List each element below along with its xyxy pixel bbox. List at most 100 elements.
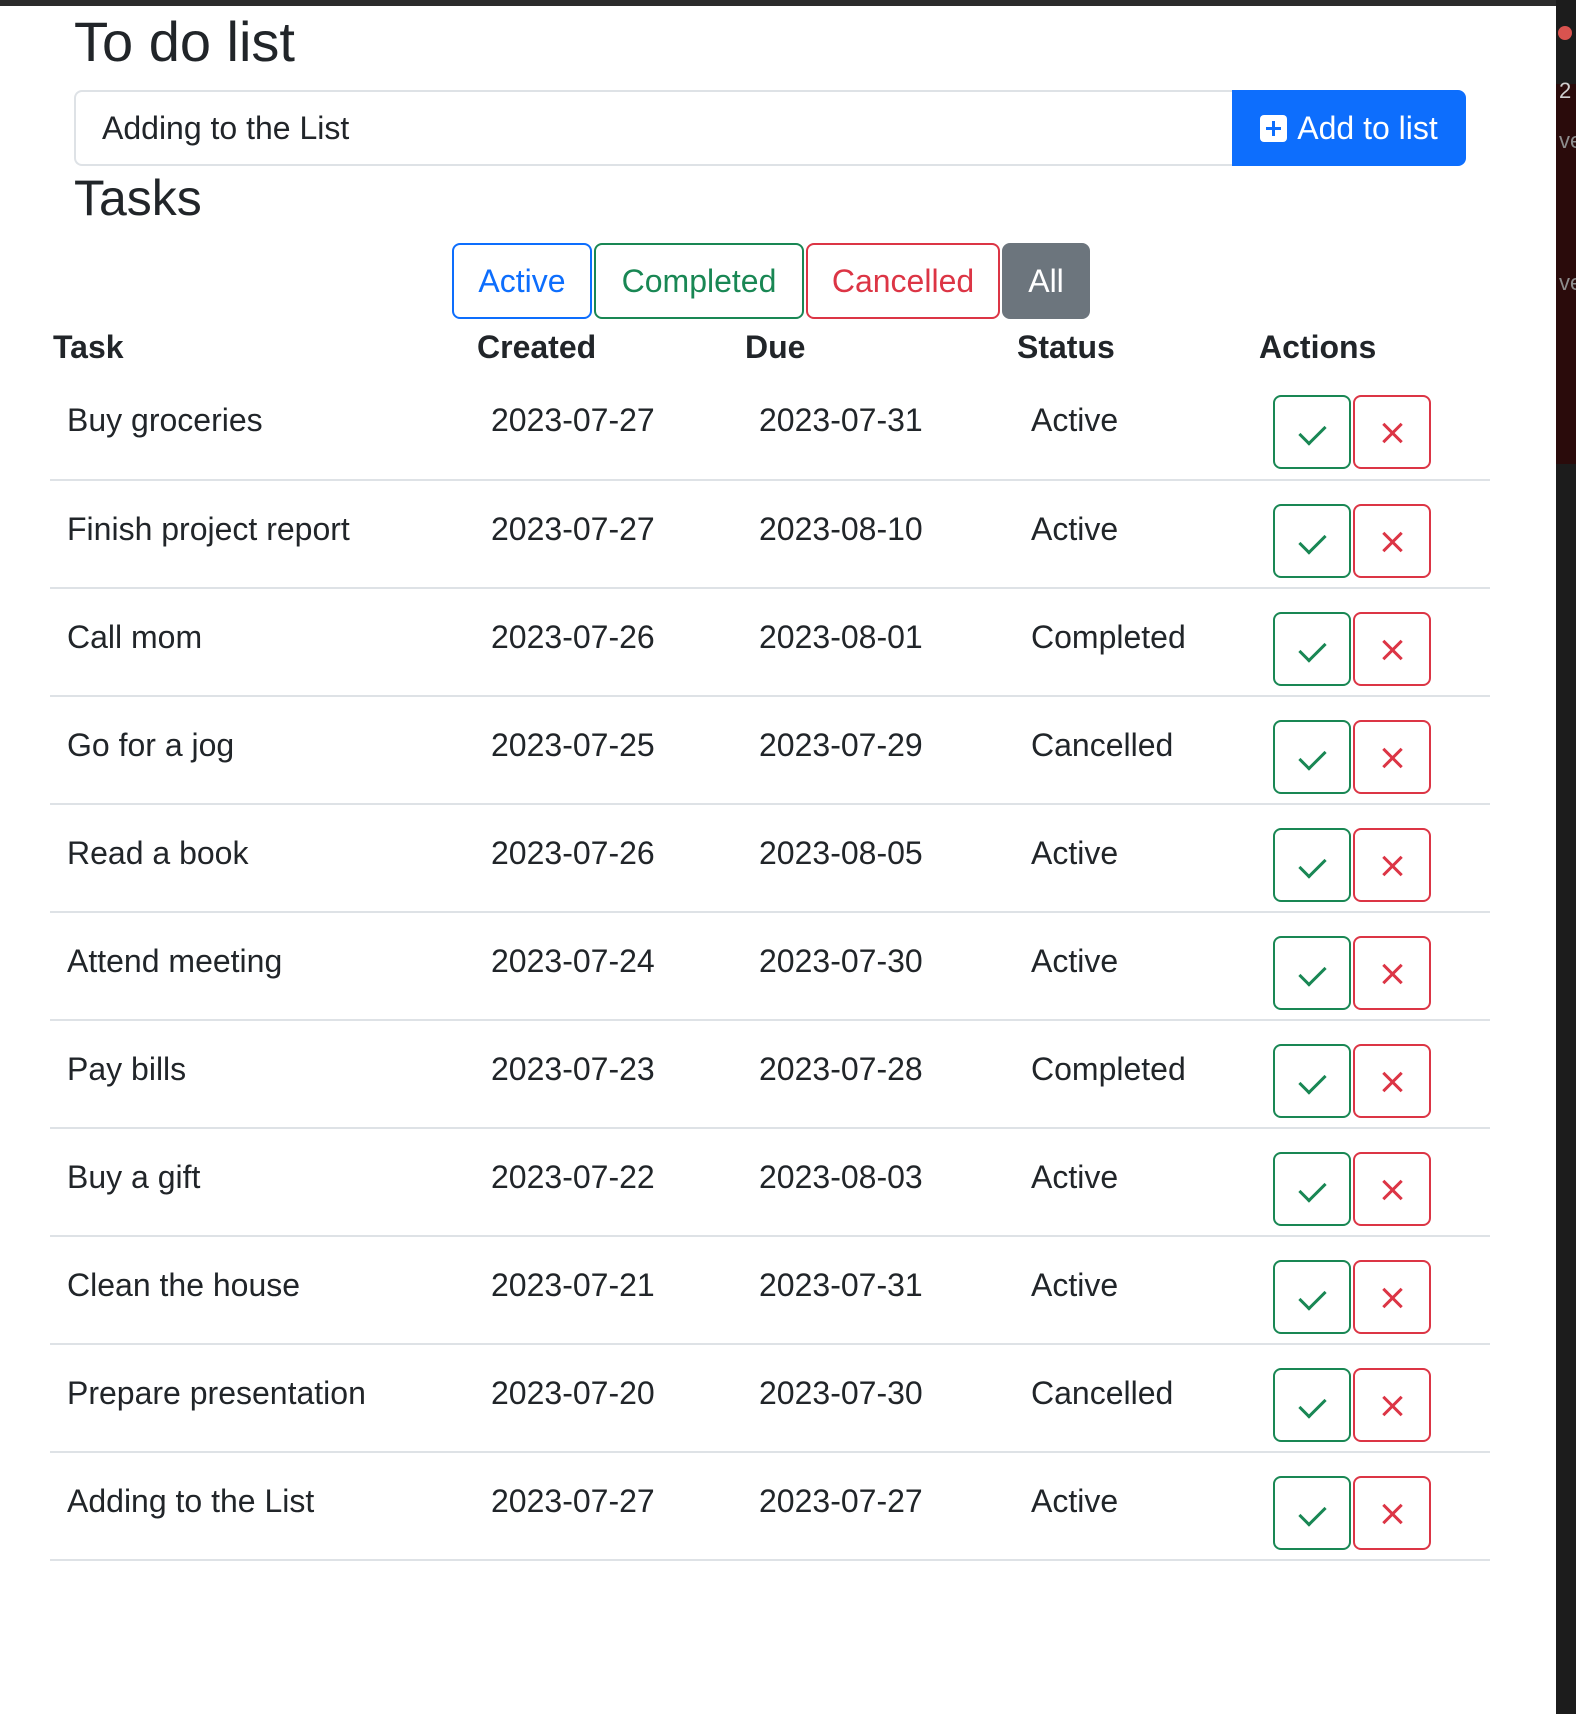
cancel-button[interactable] <box>1353 1476 1431 1550</box>
task-actions <box>1256 1236 1490 1345</box>
task-created: 2023-07-26 <box>474 588 742 697</box>
task-actions <box>1256 912 1490 1021</box>
cancel-button[interactable] <box>1353 612 1431 686</box>
task-actions <box>1256 696 1490 805</box>
cancel-button[interactable] <box>1353 504 1431 578</box>
task-created: 2023-07-27 <box>474 372 742 481</box>
check-icon <box>1298 1066 1327 1095</box>
cancel-button[interactable] <box>1353 720 1431 794</box>
task-due: 2023-07-27 <box>742 1452 1014 1561</box>
task-actions <box>1256 588 1490 697</box>
task-due: 2023-07-30 <box>742 912 1014 1021</box>
task-due: 2023-08-03 <box>742 1128 1014 1237</box>
x-icon <box>1380 1394 1404 1418</box>
filter-active-button[interactable]: Active <box>452 243 592 319</box>
tasks-heading: Tasks <box>74 170 202 226</box>
x-icon <box>1380 1070 1404 1094</box>
task-actions <box>1256 804 1490 913</box>
check-icon <box>1298 742 1327 771</box>
side-panel: 2 ve ve <box>1556 0 1576 1714</box>
task-name: Adding to the List <box>50 1452 474 1561</box>
cancel-button[interactable] <box>1353 1260 1431 1334</box>
task-due: 2023-07-30 <box>742 1344 1014 1453</box>
task-status: Cancelled <box>1014 1344 1256 1453</box>
task-status: Cancelled <box>1014 696 1256 805</box>
side-panel-text: ve <box>1559 270 1576 295</box>
task-created: 2023-07-21 <box>474 1236 742 1345</box>
task-created: 2023-07-27 <box>474 480 742 589</box>
complete-button[interactable] <box>1273 1368 1351 1442</box>
complete-button[interactable] <box>1273 1044 1351 1118</box>
task-due: 2023-07-31 <box>742 1236 1014 1345</box>
complete-button[interactable] <box>1273 612 1351 686</box>
task-name: Attend meeting <box>50 912 474 1021</box>
tasks-table: Task Created Due Status Actions Buy groc… <box>50 322 1490 1561</box>
header-task: Task <box>53 328 124 365</box>
task-input[interactable] <box>74 90 1232 166</box>
task-created: 2023-07-22 <box>474 1128 742 1237</box>
x-icon <box>1380 421 1404 445</box>
task-actions <box>1256 1344 1490 1453</box>
x-icon <box>1380 530 1404 554</box>
side-panel-text: ve <box>1559 128 1576 153</box>
cancel-button[interactable] <box>1353 936 1431 1010</box>
check-icon <box>1298 1282 1327 1311</box>
table-row: Buy groceries 2023-07-27 2023-07-31 Acti… <box>50 372 1490 481</box>
task-actions <box>1256 372 1490 481</box>
page-title: To do list <box>74 10 295 73</box>
cancel-button[interactable] <box>1353 1368 1431 1442</box>
complete-button[interactable] <box>1273 504 1351 578</box>
task-due: 2023-08-01 <box>742 588 1014 697</box>
task-actions <box>1256 1128 1490 1237</box>
task-due: 2023-07-28 <box>742 1020 1014 1129</box>
x-icon <box>1380 1286 1404 1310</box>
close-error-icon[interactable] <box>1558 26 1572 40</box>
complete-button[interactable] <box>1273 1152 1351 1226</box>
complete-button[interactable] <box>1273 1260 1351 1334</box>
x-icon <box>1380 1502 1404 1526</box>
window-top-border <box>0 0 1556 6</box>
x-icon <box>1380 746 1404 770</box>
check-icon <box>1298 526 1327 555</box>
table-row: Attend meeting 2023-07-24 2023-07-30 Act… <box>50 912 1490 1021</box>
add-to-list-button[interactable]: Add to list <box>1232 90 1466 166</box>
complete-button[interactable] <box>1273 828 1351 902</box>
status-filter-group: Active Completed Cancelled All <box>452 243 1092 319</box>
filter-all-button[interactable]: All <box>1002 243 1090 319</box>
task-created: 2023-07-25 <box>474 696 742 805</box>
header-due: Due <box>745 328 806 365</box>
task-status: Active <box>1014 804 1256 913</box>
table-row: Go for a jog 2023-07-25 2023-07-29 Cance… <box>50 696 1490 805</box>
task-status: Completed <box>1014 588 1256 697</box>
table-header-row: Task Created Due Status Actions <box>50 322 1490 372</box>
x-icon <box>1380 962 1404 986</box>
complete-button[interactable] <box>1273 1476 1351 1550</box>
x-icon <box>1380 854 1404 878</box>
task-created: 2023-07-26 <box>474 804 742 913</box>
check-icon <box>1298 1174 1327 1203</box>
task-due: 2023-08-10 <box>742 480 1014 589</box>
task-status: Active <box>1014 912 1256 1021</box>
cancel-button[interactable] <box>1353 828 1431 902</box>
task-status: Active <box>1014 1452 1256 1561</box>
filter-completed-button[interactable]: Completed <box>594 243 804 319</box>
task-status: Active <box>1014 480 1256 589</box>
task-due: 2023-07-31 <box>742 372 1014 481</box>
task-status: Active <box>1014 372 1256 481</box>
task-status: Completed <box>1014 1020 1256 1129</box>
complete-button[interactable] <box>1273 936 1351 1010</box>
cancel-button[interactable] <box>1353 1044 1431 1118</box>
cancel-button[interactable] <box>1353 1152 1431 1226</box>
filter-cancelled-button[interactable]: Cancelled <box>806 243 1000 319</box>
complete-button[interactable] <box>1273 720 1351 794</box>
x-icon <box>1380 1178 1404 1202</box>
task-name: Buy a gift <box>50 1128 474 1237</box>
table-row: Finish project report 2023-07-27 2023-08… <box>50 480 1490 589</box>
task-actions <box>1256 1020 1490 1129</box>
task-actions <box>1256 480 1490 589</box>
task-due: 2023-07-29 <box>742 696 1014 805</box>
complete-button[interactable] <box>1273 395 1351 469</box>
cancel-button[interactable] <box>1353 395 1431 469</box>
task-created: 2023-07-20 <box>474 1344 742 1453</box>
task-created: 2023-07-24 <box>474 912 742 1021</box>
